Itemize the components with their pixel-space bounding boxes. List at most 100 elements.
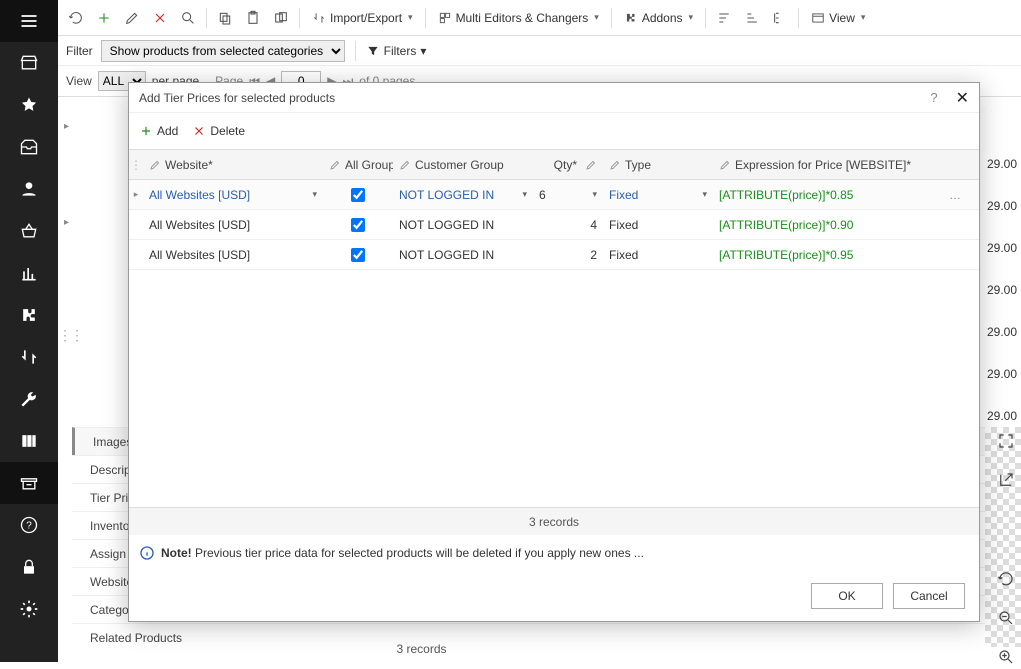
all-groups-checkbox[interactable] <box>351 218 365 232</box>
preview-tools <box>997 432 1015 669</box>
refresh-icon[interactable] <box>64 6 88 30</box>
sort-asc-icon[interactable] <box>712 6 736 30</box>
website-cell[interactable]: All Websites [USD] <box>149 218 250 232</box>
puzzle-icon[interactable] <box>0 294 58 336</box>
edit-icon[interactable] <box>120 6 144 30</box>
col-expression[interactable]: Expression for Price [WEBSITE]* <box>713 158 943 172</box>
sort-desc-icon[interactable] <box>740 6 764 30</box>
row-expand-icon[interactable]: ▸ <box>134 189 139 200</box>
note-bold: Note! <box>161 546 192 560</box>
col-website[interactable]: Website* <box>143 158 323 172</box>
import-export-dropdown[interactable]: Import/Export▾ <box>306 5 419 31</box>
tree-icon[interactable] <box>768 6 792 30</box>
reload-icon[interactable] <box>997 570 1015 591</box>
group-cell[interactable]: NOT LOGGED IN <box>399 218 494 232</box>
row-expander-icon[interactable]: ▸ <box>64 217 69 228</box>
star-icon[interactable] <box>0 84 58 126</box>
expr-cell[interactable]: [ATTRIBUTE(price)]*0.95 <box>719 248 853 262</box>
add-row-button[interactable]: Add <box>139 124 178 138</box>
expr-cell[interactable]: [ATTRIBUTE(price)]*0.85 <box>719 188 853 202</box>
external-icon[interactable] <box>997 471 1015 492</box>
ok-button[interactable]: OK <box>811 583 883 609</box>
price-cell: 29.00 <box>987 283 1017 297</box>
all-groups-checkbox[interactable] <box>351 188 365 202</box>
paste-icon[interactable] <box>241 6 265 30</box>
filter-row: Filter Show products from selected categ… <box>58 36 1021 66</box>
row-expander-icon[interactable]: ▸ <box>64 121 69 132</box>
chevron-down-icon[interactable]: ▾ <box>522 189 527 200</box>
tier-prices-dialog: Add Tier Prices for selected products ? … <box>128 82 980 622</box>
filters-button[interactable]: Filters▾ <box>366 44 427 58</box>
search-icon[interactable] <box>176 6 200 30</box>
copy-icon[interactable] <box>213 6 237 30</box>
price-cell: 29.00 <box>987 241 1017 255</box>
dialog-header: Add Tier Prices for selected products ? … <box>129 83 979 113</box>
addons-dropdown[interactable]: Addons▾ <box>618 5 699 31</box>
multi-editors-dropdown[interactable]: Multi Editors & Changers▾ <box>432 5 605 31</box>
split-grip-icon[interactable]: ⋮⋮ <box>58 327 82 344</box>
dialog-close-icon[interactable]: ✕ <box>956 88 969 108</box>
view-label: View <box>829 11 855 25</box>
store-icon[interactable] <box>0 42 58 84</box>
filter-select[interactable]: Show products from selected categories <box>101 40 345 62</box>
inbox-icon[interactable] <box>0 126 58 168</box>
group-cell[interactable]: NOT LOGGED IN <box>399 248 494 262</box>
bottom-records: 3 records <box>72 642 771 656</box>
col-customer-group[interactable]: Customer Group <box>393 158 533 172</box>
archive-icon[interactable] <box>0 462 58 504</box>
add-icon[interactable] <box>92 6 116 30</box>
clone-icon[interactable] <box>269 6 293 30</box>
zoom-out-icon[interactable] <box>997 609 1015 630</box>
chevron-down-icon[interactable]: ▾ <box>592 189 597 200</box>
type-cell[interactable]: Fixed <box>609 188 638 202</box>
grid-records: 3 records <box>129 507 979 535</box>
note-text: Previous tier price data for selected pr… <box>192 546 644 560</box>
dialog-toolbar: Add Delete <box>129 113 979 149</box>
qty-cell[interactable]: 2 <box>590 248 597 262</box>
cancel-button[interactable]: Cancel <box>893 583 965 609</box>
delete-row-button[interactable]: Delete <box>192 124 245 138</box>
qty-cell[interactable]: 4 <box>590 218 597 232</box>
expand-icon[interactable] <box>997 432 1015 453</box>
lock-icon[interactable] <box>0 546 58 588</box>
grid-row[interactable]: All Websites [USD] NOT LOGGED IN 2 Fixed… <box>129 240 979 270</box>
view-dropdown[interactable]: View▾ <box>805 5 871 31</box>
grid-row[interactable]: ▸ All Websites [USD] ▾ NOT LOGGED IN ▾ 6 ▾… <box>129 180 979 210</box>
delete-icon[interactable] <box>148 6 172 30</box>
transfer-icon[interactable] <box>0 336 58 378</box>
price-column: 29.00 29.00 29.00 29.00 29.00 29.00 29.0… <box>987 157 1017 465</box>
columns-icon[interactable] <box>0 420 58 462</box>
user-icon[interactable] <box>0 168 58 210</box>
chart-icon[interactable] <box>0 252 58 294</box>
drag-col: ⋮ <box>129 158 143 172</box>
menu-icon[interactable] <box>0 0 58 42</box>
zoom-in-icon[interactable] <box>997 648 1015 669</box>
col-all-groups[interactable]: All Groups <box>323 158 393 172</box>
row-more-icon[interactable]: … <box>943 188 963 202</box>
group-cell[interactable]: NOT LOGGED IN <box>399 188 494 202</box>
all-groups-checkbox[interactable] <box>351 248 365 262</box>
left-rail: ? <box>0 0 58 662</box>
help-icon[interactable]: ? <box>0 504 58 546</box>
col-type[interactable]: Type <box>603 158 713 172</box>
gear-icon[interactable] <box>0 588 58 630</box>
col-qty[interactable]: Qty* <box>533 158 603 172</box>
wrench-icon[interactable] <box>0 378 58 420</box>
price-cell: 29.00 <box>987 325 1017 339</box>
price-cell: 29.00 <box>987 157 1017 171</box>
type-cell[interactable]: Fixed <box>609 248 638 262</box>
expr-cell[interactable]: [ATTRIBUTE(price)]*0.90 <box>719 218 853 232</box>
website-cell[interactable]: All Websites [USD] <box>149 188 250 202</box>
chevron-down-icon[interactable]: ▾ <box>702 189 707 200</box>
price-cell: 29.00 <box>987 409 1017 423</box>
basket-icon[interactable] <box>0 210 58 252</box>
dialog-help-icon[interactable]: ? <box>930 90 937 105</box>
dialog-note: Note! Previous tier price data for selec… <box>129 535 979 571</box>
website-cell[interactable]: All Websites [USD] <box>149 248 250 262</box>
tier-grid: ⋮ Website* All Groups Customer Group Qty… <box>129 149 979 535</box>
type-cell[interactable]: Fixed <box>609 218 638 232</box>
grid-row[interactable]: All Websites [USD] NOT LOGGED IN 4 Fixed… <box>129 210 979 240</box>
qty-cell[interactable]: 6 <box>539 188 546 202</box>
chevron-down-icon[interactable]: ▾ <box>312 189 317 200</box>
multi-editors-label: Multi Editors & Changers <box>456 11 589 25</box>
